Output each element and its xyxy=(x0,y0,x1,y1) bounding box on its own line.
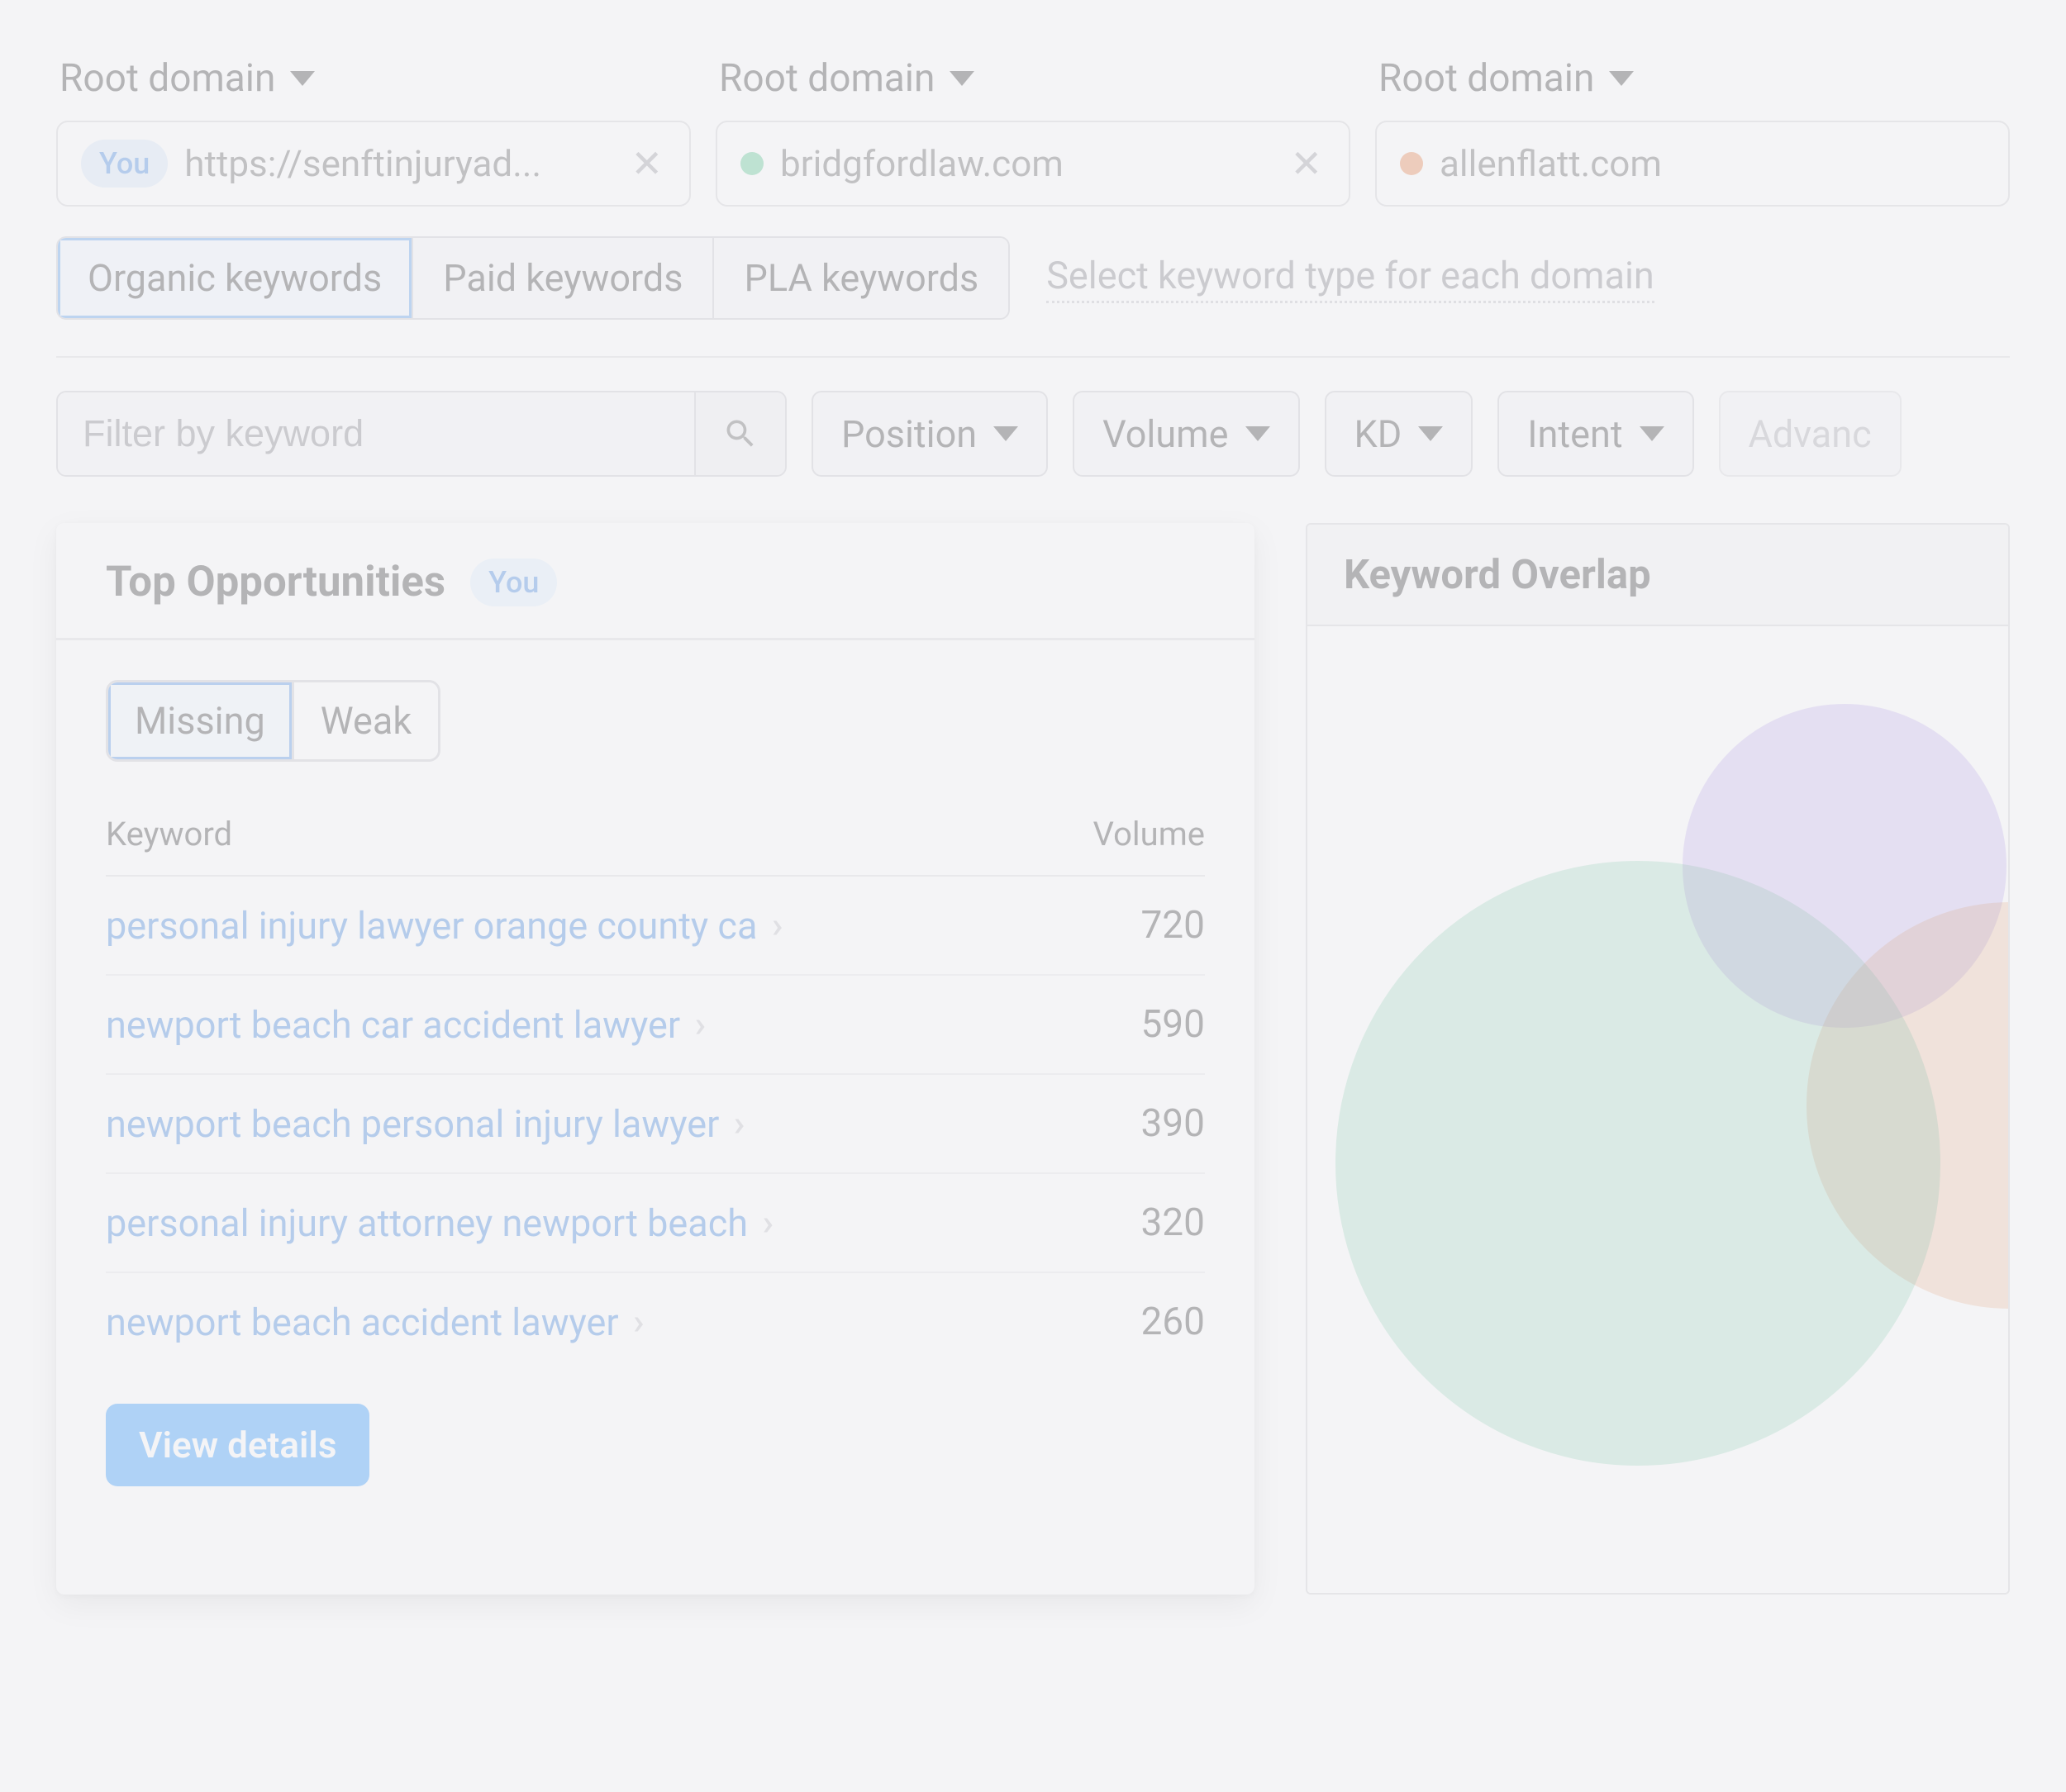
opportunity-row: newport beach personal injury lawyer›› 39… xyxy=(106,1075,1205,1174)
keyword-link[interactable]: newport beach personal injury lawyer›› xyxy=(106,1102,734,1146)
domain-scope-label: Root domain xyxy=(1378,56,1594,101)
domain-color-dot xyxy=(1400,152,1423,175)
advanced-filters-button[interactable]: Advanc xyxy=(1719,391,1902,477)
chevron-down-icon xyxy=(950,71,974,86)
domain-input[interactable]: allenflatt.com xyxy=(1375,121,2010,207)
domain-input[interactable]: You https://senftinjuryad... ✕ xyxy=(56,121,691,207)
keyword-overlap-title: Keyword Overlap xyxy=(1307,525,2008,626)
domain-color-dot xyxy=(740,152,764,175)
section-divider xyxy=(56,356,2010,358)
you-badge: You xyxy=(81,140,168,188)
domain-scope-selector[interactable]: Root domain xyxy=(1375,50,1637,121)
domain-url: https://senftinjuryad... xyxy=(184,142,611,185)
filter-label: KD xyxy=(1354,412,1402,456)
search-icon xyxy=(722,416,759,452)
keyword-text: newport beach personal injury lawyer xyxy=(106,1102,719,1146)
top-opportunities-title: Top Opportunities xyxy=(106,558,445,606)
chevron-down-icon xyxy=(1245,426,1270,441)
filter-volume[interactable]: Volume xyxy=(1073,391,1299,477)
filter-kd[interactable]: KD xyxy=(1325,391,1473,477)
col-keyword: Keyword xyxy=(106,815,232,853)
keyword-type-tab[interactable]: PLA keywords xyxy=(714,238,1008,318)
keyword-text: newport beach accident lawyer xyxy=(106,1300,619,1344)
domain-url: allenflatt.com xyxy=(1440,142,1985,185)
keyword-overlap-panel: Keyword Overlap xyxy=(1306,523,2010,1595)
view-details-button[interactable]: View details xyxy=(106,1404,369,1486)
domain-url: bridgfordlaw.com xyxy=(780,142,1270,185)
col-volume: Volume xyxy=(1093,815,1205,853)
opportunity-row: personal injury lawyer orange county ca›… xyxy=(106,877,1205,976)
domain-scope-label: Root domain xyxy=(719,56,935,101)
opportunities-subtab-weak[interactable]: Weak xyxy=(294,682,438,759)
chevron-down-icon xyxy=(1418,426,1443,441)
opportunity-row: newport beach car accident lawyer›› 590 xyxy=(106,976,1205,1075)
keyword-text: personal injury lawyer orange county ca xyxy=(106,904,757,948)
keyword-text: newport beach car accident lawyer xyxy=(106,1003,680,1047)
chevron-down-icon xyxy=(290,71,315,86)
top-opportunities-panel: Top Opportunities You MissingWeak Keywor… xyxy=(56,523,1254,1595)
domain-input[interactable]: bridgfordlaw.com ✕ xyxy=(716,121,1350,207)
keyword-search-button[interactable] xyxy=(694,392,785,475)
keyword-volume: 590 xyxy=(1140,1002,1205,1047)
close-icon[interactable]: ✕ xyxy=(627,141,666,187)
domain-scope-label: Root domain xyxy=(60,56,275,101)
chevron-down-icon xyxy=(1640,426,1664,441)
you-badge: You xyxy=(470,559,557,606)
advanced-filters-label: Advanc xyxy=(1749,412,1872,456)
keyword-type-tab[interactable]: Paid keywords xyxy=(413,238,714,318)
filter-position[interactable]: Position xyxy=(812,391,1048,477)
keyword-link[interactable]: personal injury lawyer orange county ca›… xyxy=(106,904,772,948)
keyword-search xyxy=(56,391,787,477)
chevron-down-icon xyxy=(993,426,1018,441)
close-icon[interactable]: ✕ xyxy=(1287,141,1326,187)
opportunity-row: newport beach accident lawyer›› 260 xyxy=(106,1273,1205,1371)
filter-label: Intent xyxy=(1527,412,1622,456)
keyword-search-input[interactable] xyxy=(58,392,694,475)
filter-label: Position xyxy=(841,412,977,456)
domain-scope-selector[interactable]: Root domain xyxy=(716,50,978,121)
filter-label: Volume xyxy=(1102,412,1228,456)
keyword-type-hint: Select keyword type for each domain xyxy=(1046,254,1654,303)
keyword-volume: 260 xyxy=(1140,1300,1205,1344)
keyword-volume: 320 xyxy=(1140,1200,1205,1245)
keyword-volume: 390 xyxy=(1140,1101,1205,1146)
filter-intent[interactable]: Intent xyxy=(1497,391,1693,477)
opportunities-subtabs: MissingWeak xyxy=(106,680,440,762)
keyword-link[interactable]: newport beach accident lawyer›› xyxy=(106,1300,634,1344)
opportunities-subtab-missing[interactable]: Missing xyxy=(108,682,294,759)
keyword-type-tab[interactable]: Organic keywords xyxy=(58,238,413,318)
domain-scope-selector[interactable]: Root domain xyxy=(56,50,318,121)
keyword-text: personal injury attorney newport beach xyxy=(106,1201,748,1245)
keyword-volume: 720 xyxy=(1140,903,1205,948)
opportunity-row: personal injury attorney newport beach››… xyxy=(106,1174,1205,1273)
keyword-link[interactable]: personal injury attorney newport beach›› xyxy=(106,1201,763,1245)
chevron-down-icon xyxy=(1609,71,1634,86)
keyword-link[interactable]: newport beach car accident lawyer›› xyxy=(106,1003,695,1047)
